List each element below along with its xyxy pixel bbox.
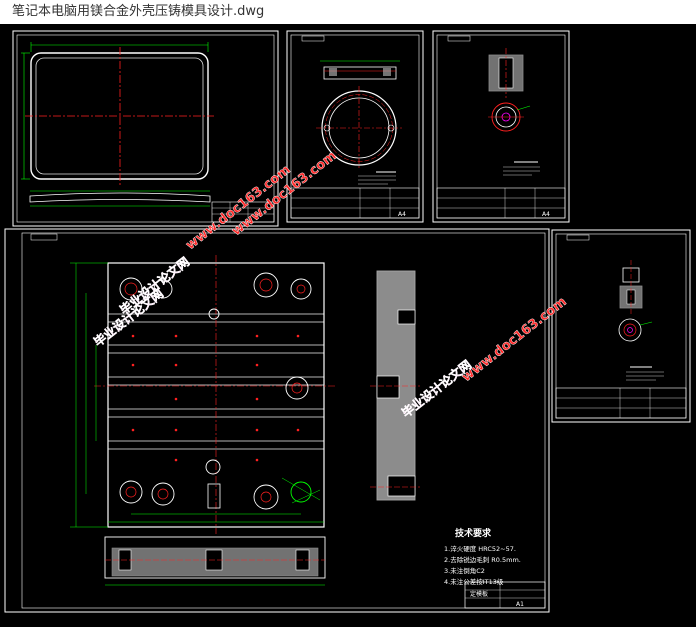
window-title: 笔记本电脑用镁合金外壳压铸模具设计.dwg — [0, 0, 696, 24]
sheet-size-label: A4 — [398, 211, 406, 218]
tech-req-item: 2.去除锐边毛刺 R0.5mm. — [444, 555, 521, 564]
part-label: 定模板 — [470, 590, 488, 598]
tech-req-item: 3.未注倒角C2 — [444, 566, 485, 575]
tech-req-item: 1.淬火硬度 HRC52~57. — [444, 544, 516, 553]
tech-req-heading: 技术要求 — [455, 527, 492, 539]
cad-canvas[interactable]: A4 A4 技术要求 1.淬火硬度 HRC52~57. 2.去除锐边毛刺 R0.… — [0, 24, 696, 627]
tech-req-item: 4.未注公差按IT13级 — [444, 577, 504, 586]
main-sheet-size-label: A1 — [516, 601, 524, 608]
sheet-size-label: A4 — [542, 211, 550, 218]
drawing-viewport[interactable]: A4 A4 技术要求 1.淬火硬度 HRC52~57. 2.去除锐边毛刺 R0.… — [0, 24, 696, 627]
